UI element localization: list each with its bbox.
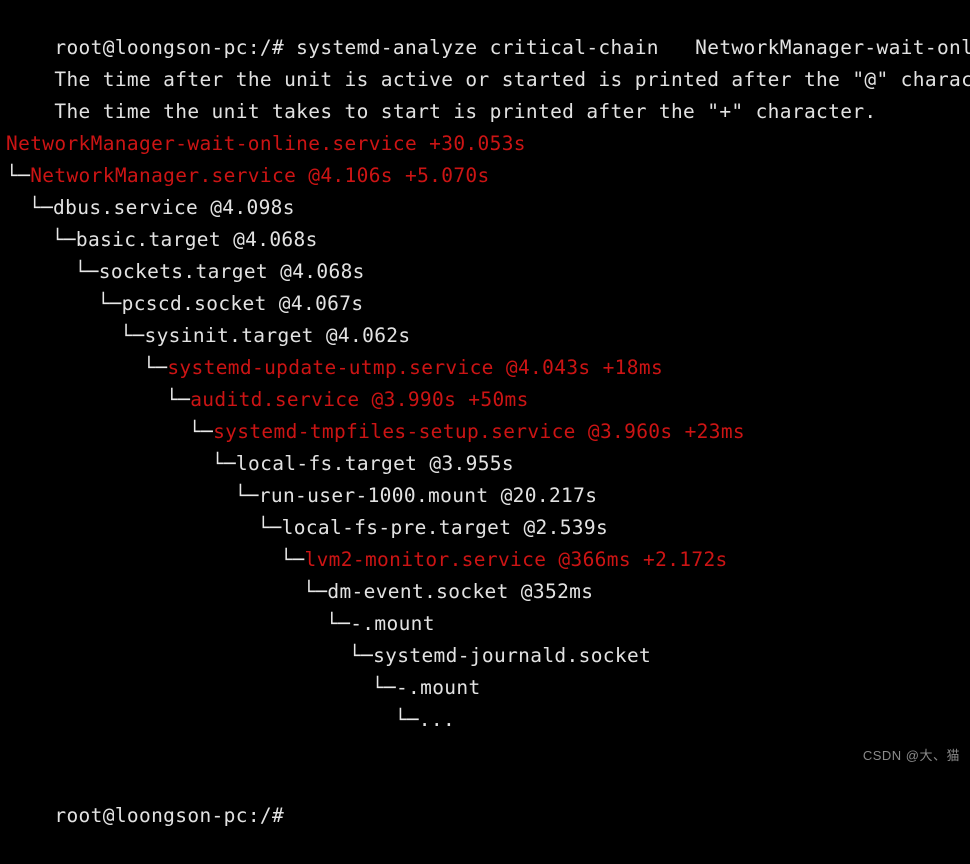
tree-node-line: └─local-fs-pre.target @2.539s [0,512,970,544]
tree-node-label: NetworkManager-wait-online.service +30.0… [6,132,526,155]
legend-line-at: The time after the unit is active or sta… [0,32,970,91]
tree-node-label: basic.target @4.068s [75,228,318,251]
tree-branch-connector: └─ [51,228,76,251]
tree-node-line: └─sysinit.target @4.062s [0,320,970,352]
tree-node-line: └─sockets.target @4.068s [0,256,970,288]
tree-node-line: └─... [0,704,970,736]
tree-node-label: systemd-tmpfiles-setup.service @3.960s +… [213,420,746,443]
final-prompt-line[interactable]: root@loongson-pc:/# [0,768,970,827]
tree-node-label: -.mount [395,676,481,699]
command-prompt-line: root@loongson-pc:/# systemd-analyze crit… [0,0,970,59]
tree-node-label: auditd.service @3.990s +50ms [190,388,529,411]
tree-branch-connector: └─ [143,356,168,379]
tree-branch-connector: └─ [371,676,396,699]
tree-node-label: systemd-journald.socket [373,644,652,667]
tree-node-label: local-fs.target @3.955s [235,452,514,475]
tree-branch-connector: └─ [348,644,374,667]
tree-node-line: └─NetworkManager.service @4.106s +5.070s [0,160,970,192]
tree-node-label: systemd-update-utmp.service @4.043s +18m… [167,356,664,379]
tree-node-label: sockets.target @4.068s [98,260,365,283]
tree-branch-connector: └─ [188,420,214,443]
tree-branch-connector: └─ [303,580,328,603]
tree-node-label: dbus.service @4.098s [53,196,295,219]
tree-branch-connector: └─ [166,388,191,411]
tree-node-line: └─pcscd.socket @4.067s [0,288,970,320]
tree-node-line: └─systemd-update-utmp.service @4.043s +1… [0,352,970,384]
tree-node-line: └─-.mount [0,672,970,704]
tree-node-line: └─auditd.service @3.990s +50ms [0,384,970,416]
tree-node-label: NetworkManager.service @4.106s +5.070s [30,164,490,187]
tree-branch-connector: └─ [6,164,31,187]
tree-node-label: ... [418,708,456,731]
tree-branch-connector: └─ [234,484,259,507]
tree-node-line: └─run-user-1000.mount @20.217s [0,480,970,512]
tree-branch-connector: └─ [211,452,236,475]
tree-node-line: └─systemd-journald.socket [0,640,970,672]
terminal-window[interactable]: root@loongson-pc:/# systemd-analyze crit… [0,0,970,827]
watermark: CSDN @大、猫 [862,748,960,763]
tree-node-label: lvm2-monitor.service @366ms +2.172s [304,548,728,571]
tree-node-line: └─-.mount [0,608,970,640]
final-prompt-text: root@loongson-pc:/# [54,804,285,827]
tree-node-line: └─dm-event.socket @352ms [0,576,970,608]
tree-node-line: └─local-fs.target @3.955s [0,448,970,480]
critical-chain-tree: NetworkManager-wait-online.service +30.0… [0,128,970,736]
tree-branch-connector: └─ [28,196,54,219]
tree-node-line: └─dbus.service @4.098s [0,192,970,224]
tree-node-line: └─systemd-tmpfiles-setup.service @3.960s… [0,416,970,448]
legend-line-plus: The time the unit takes to start is prin… [0,64,970,123]
tree-node-label: sysinit.target @4.062s [144,324,411,347]
tree-branch-connector: └─ [97,292,122,315]
tree-node-line: └─basic.target @4.068s [0,224,970,256]
spacer-line-bottom [0,736,970,768]
tree-node-label: pcscd.socket @4.067s [121,292,364,315]
tree-branch-connector: └─ [394,708,419,731]
tree-node-line: └─lvm2-monitor.service @366ms +2.172s [0,544,970,576]
tree-node-label: -.mount [350,612,435,635]
tree-branch-connector: └─ [326,612,351,635]
tree-branch-connector: └─ [257,516,282,539]
tree-node-line: NetworkManager-wait-online.service +30.0… [0,128,970,160]
tree-branch-connector: └─ [74,260,99,283]
tree-branch-connector: └─ [280,548,305,571]
tree-node-label: local-fs-pre.target @2.539s [281,516,609,539]
tree-node-label: dm-event.socket @352ms [327,580,594,603]
tree-branch-connector: └─ [120,324,145,347]
tree-node-label: run-user-1000.mount @20.217s [258,484,598,507]
